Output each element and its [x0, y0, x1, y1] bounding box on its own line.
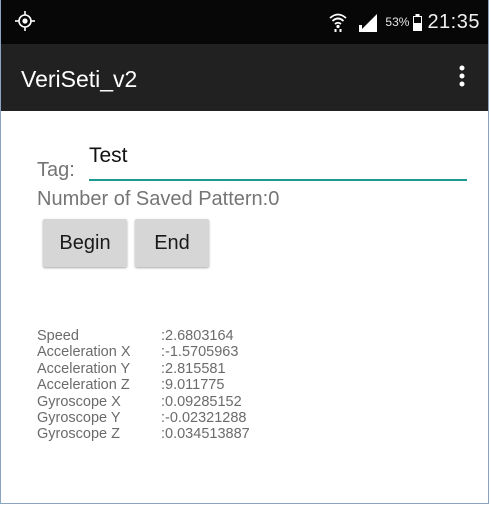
saved-pattern-count: Number of Saved Pattern:0: [37, 188, 280, 210]
status-bar: 53% 21:35: [1, 0, 488, 44]
overflow-menu-icon: [459, 65, 465, 92]
overflow-menu-button[interactable]: [442, 56, 482, 100]
reading-label: Acceleration Y: [37, 360, 131, 377]
signal-icon: [357, 12, 379, 32]
reading-label: Acceleration Z: [37, 377, 130, 394]
tag-label: Tag:: [37, 159, 75, 181]
reading-value: :2.815581: [161, 360, 226, 377]
reading-value: :0.09285152: [161, 393, 242, 410]
reading-value: :9.011775: [161, 377, 225, 394]
reading-label: Gyroscope Z: [37, 426, 120, 443]
main-content: Tag: Test Number of Saved Pattern:0 Begi…: [1, 111, 488, 503]
tag-input-value: Test: [89, 144, 128, 167]
reading-label: Acceleration X: [37, 344, 131, 361]
reading-row-speed: Speed :2.6803164: [37, 328, 250, 344]
reading-label: Gyroscope Y: [37, 410, 121, 427]
status-time: 21:35: [427, 10, 480, 33]
tag-input[interactable]: Test: [89, 137, 467, 181]
sensor-readings: Speed :2.6803164 Acceleration X :-1.5705…: [37, 328, 250, 443]
app-bar: VeriSeti_v2: [1, 44, 488, 111]
end-button[interactable]: End: [135, 219, 209, 267]
phone-screen: 53% 21:35 VeriSeti_v2 Tag: Test Number o…: [0, 0, 489, 504]
location-icon: [15, 11, 35, 31]
battery-percent: 53%: [385, 15, 410, 29]
reading-value: :-1.5705963: [161, 344, 239, 361]
tag-row: Tag: Test: [37, 137, 467, 181]
reading-row-gyroscope-z: Gyroscope Z :0.034513887: [37, 426, 250, 442]
reading-row-acceleration-z: Acceleration Z :9.011775: [37, 377, 250, 393]
battery-icon: [413, 13, 423, 31]
reading-row-gyroscope-x: Gyroscope X :0.09285152: [37, 394, 250, 410]
reading-label: Gyroscope X: [37, 393, 121, 410]
wifi-icon: [329, 12, 347, 32]
app-title: VeriSeti_v2: [21, 66, 138, 92]
status-icons: 53% 21:35: [329, 8, 480, 36]
reading-row-gyroscope-y: Gyroscope Y :-0.02321288: [37, 410, 250, 426]
begin-button[interactable]: Begin: [43, 219, 127, 267]
reading-value: :-0.02321288: [161, 410, 247, 427]
reading-row-acceleration-y: Acceleration Y :2.815581: [37, 361, 250, 377]
reading-value: :2.6803164: [161, 328, 234, 344]
reading-row-acceleration-x: Acceleration X :-1.5705963: [37, 344, 250, 360]
reading-value: :0.034513887: [161, 426, 250, 443]
reading-label: Speed: [37, 328, 79, 344]
